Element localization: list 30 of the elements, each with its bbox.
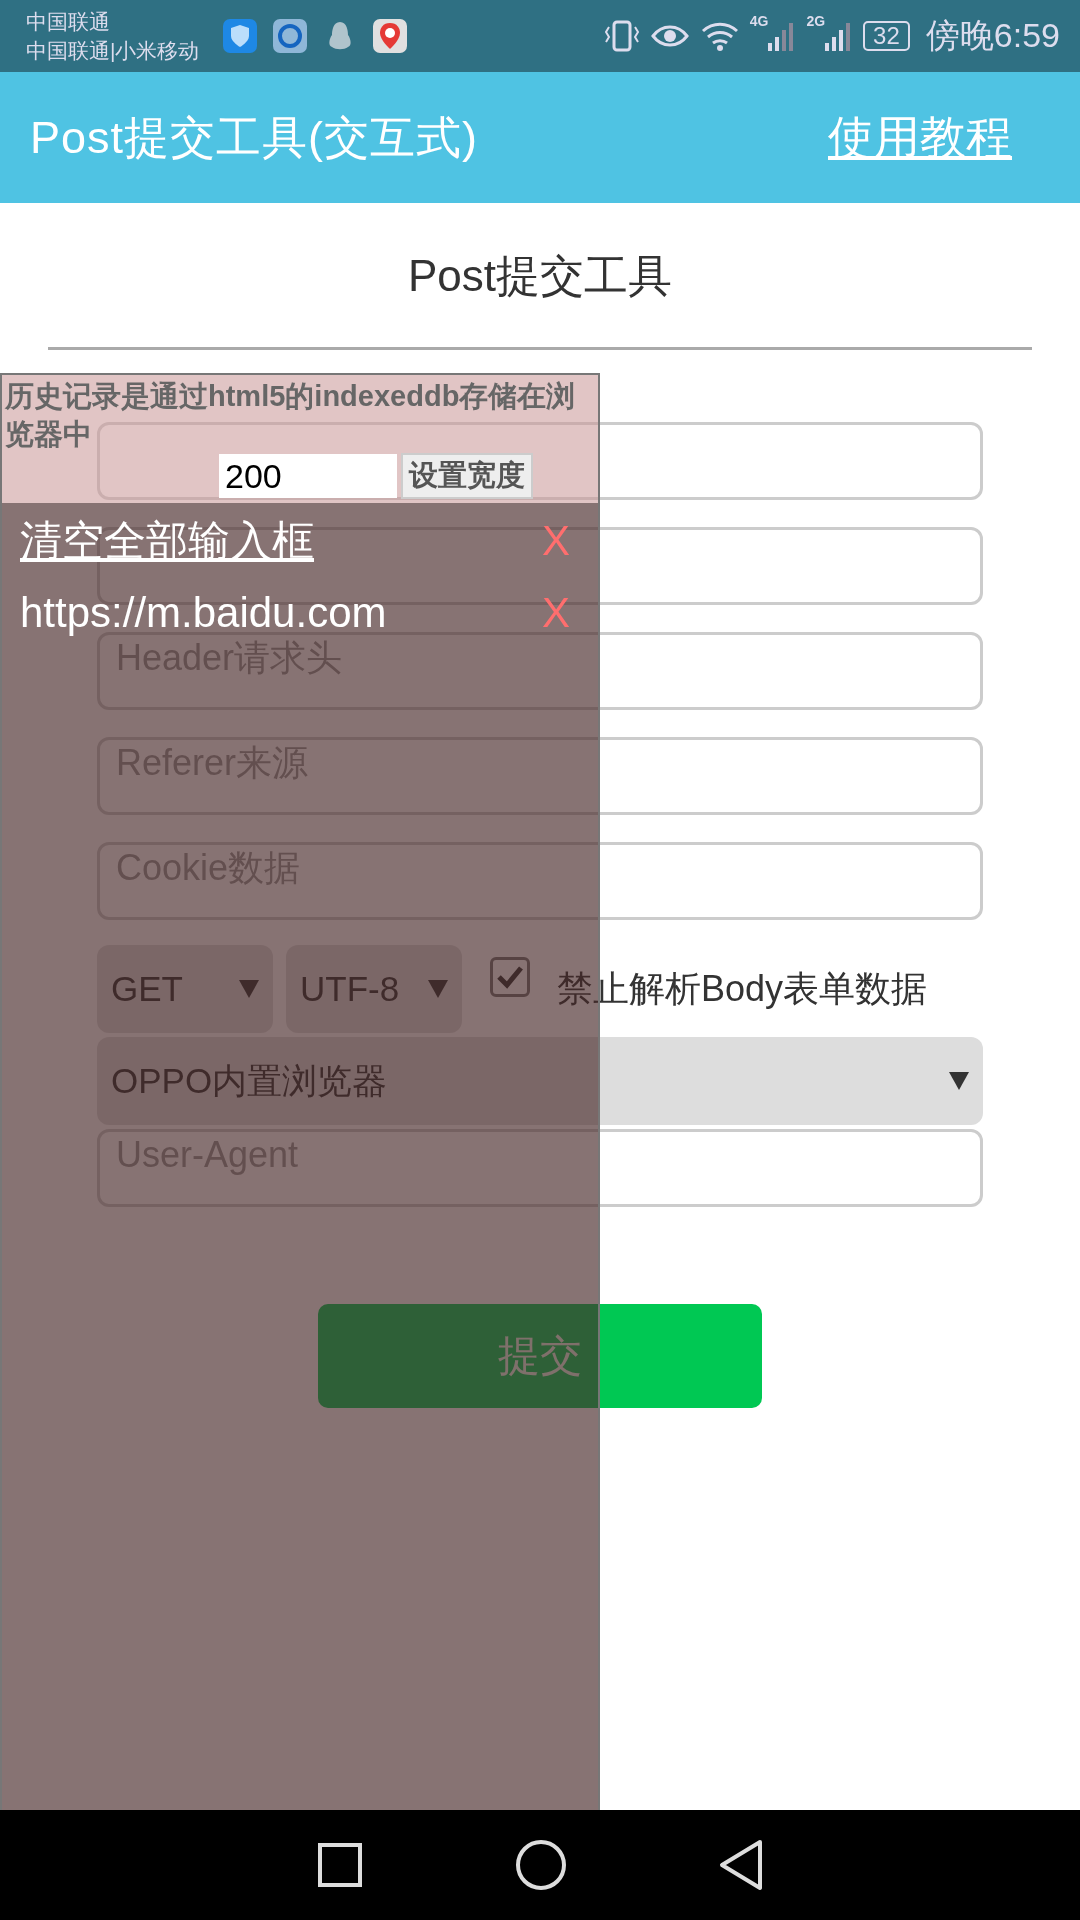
recents-icon[interactable] xyxy=(315,1841,364,1889)
charset-select[interactable]: UTF-8 xyxy=(286,945,462,1033)
submit-button[interactable]: 提交 xyxy=(318,1304,762,1408)
shield-icon xyxy=(223,19,258,53)
network-type: 4G xyxy=(749,13,769,29)
method-select[interactable]: GET xyxy=(97,945,273,1033)
browser-icon xyxy=(273,19,308,53)
delete-button[interactable]: X xyxy=(542,517,570,565)
vibrate-icon xyxy=(603,19,640,53)
carrier-name: 中国联通 xyxy=(26,9,111,35)
width-input[interactable]: 200 xyxy=(219,454,397,498)
app-title: Post提交工具(交互式) xyxy=(30,110,478,165)
set-width-button[interactable]: 设置宽度 xyxy=(401,453,533,499)
tutorial-link[interactable]: 使用教程 xyxy=(828,106,1012,169)
network-type: 2G xyxy=(806,13,826,29)
check-icon xyxy=(497,965,523,989)
home-icon[interactable] xyxy=(515,1839,567,1891)
caret-icon xyxy=(949,1070,969,1092)
checkbox[interactable] xyxy=(490,957,530,997)
caret-icon xyxy=(239,978,259,1000)
history-note: 历史记录是通过html5的indexeddb存储在浏览器中 xyxy=(5,379,577,452)
clock-time: 傍晚6:59 xyxy=(925,15,1060,56)
battery-level: 32 xyxy=(863,21,910,51)
clear-all-link[interactable]: 清空全部输入框 xyxy=(20,517,314,565)
carrier-name: 中国联通|小米移动 xyxy=(26,38,200,64)
caret-icon xyxy=(428,978,448,1000)
back-icon[interactable] xyxy=(718,1839,765,1891)
user-agent-select[interactable]: OPPO内置浏览器 xyxy=(97,1037,983,1125)
page-title: Post提交工具 xyxy=(406,250,673,302)
map-pin-icon xyxy=(373,19,408,53)
